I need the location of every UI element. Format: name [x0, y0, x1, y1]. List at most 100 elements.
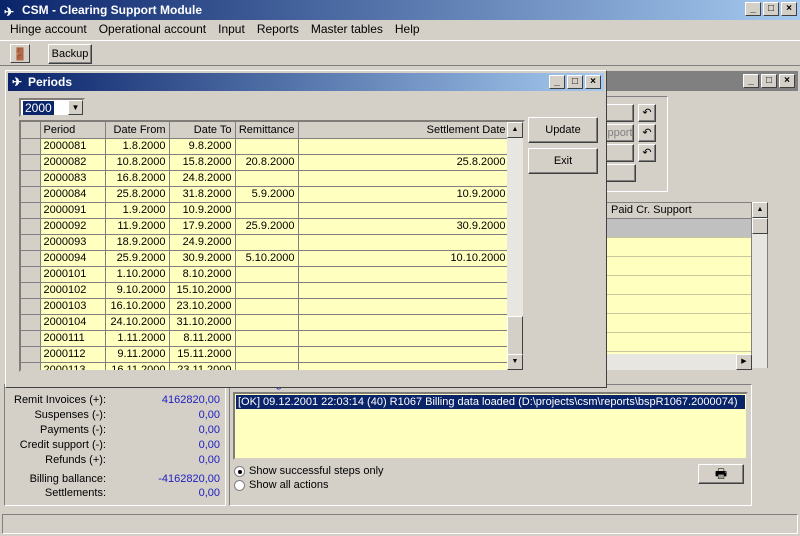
cell-date-from[interactable]: 1.10.2000: [105, 266, 170, 283]
scroll-thumb[interactable]: [752, 218, 768, 234]
scroll-up-icon[interactable]: ▲: [752, 202, 768, 218]
cell-date-to[interactable]: 24.9.2000: [169, 234, 236, 251]
scroll-up-icon[interactable]: ▲: [507, 122, 523, 138]
col-period[interactable]: Period: [40, 122, 106, 139]
cell-date-to[interactable]: 23.11.2000: [169, 362, 236, 370]
cell-period[interactable]: 2000111: [40, 330, 106, 347]
row-indicator[interactable]: [21, 186, 41, 203]
cell-period[interactable]: 2000102: [40, 282, 106, 299]
col-date-from[interactable]: Date From: [105, 122, 170, 139]
col-date-to[interactable]: Date To: [169, 122, 236, 139]
cell-remittance[interactable]: [235, 298, 299, 315]
cell-date-to[interactable]: 31.8.2000: [169, 186, 236, 203]
table-row[interactable]: 2000091 1.9.2000 10.9.2000: [21, 202, 510, 219]
table-row[interactable]: [607, 257, 751, 276]
periods-maximize-button[interactable]: □: [567, 75, 583, 89]
table-row[interactable]: 2000102 9.10.2000 15.10.2000: [21, 282, 510, 299]
cell-settlement-date[interactable]: [298, 266, 510, 283]
cell-settlement-date[interactable]: [298, 298, 510, 315]
cell-period[interactable]: 2000113: [40, 362, 106, 370]
cell-date-from[interactable]: 1.8.2000: [105, 138, 170, 155]
cell-date-to[interactable]: 8.11.2000: [169, 330, 236, 347]
bg-button-3[interactable]: [606, 144, 634, 162]
cell-period[interactable]: 2000101: [40, 266, 106, 283]
cell-date-to[interactable]: 30.9.2000: [169, 250, 236, 267]
periods-vertical-scrollbar[interactable]: ▲ ▼: [507, 122, 523, 370]
update-button[interactable]: Update: [528, 117, 598, 143]
table-row[interactable]: [607, 333, 751, 352]
bg-button-1[interactable]: [606, 104, 634, 122]
table-row[interactable]: [607, 219, 751, 238]
bg-vertical-scrollbar[interactable]: ▲: [752, 202, 768, 368]
menu-input[interactable]: Input: [212, 20, 251, 39]
table-row[interactable]: 2000084 25.8.2000 31.8.2000 5.9.2000 10.9.20…: [21, 186, 510, 203]
cell-date-to[interactable]: 8.10.2000: [169, 266, 236, 283]
event-log-entry[interactable]: [OK] 09.12.2001 22:03:14 (40) R1067 Bill…: [236, 395, 745, 409]
exit-button[interactable]: Exit: [528, 148, 598, 174]
table-row[interactable]: 2000083 16.8.2000 24.8.2000: [21, 170, 510, 187]
periods-minimize-button[interactable]: _: [549, 75, 565, 89]
row-indicator[interactable]: [21, 330, 41, 347]
periods-close-button[interactable]: ×: [585, 75, 601, 89]
cell-period[interactable]: 2000084: [40, 186, 106, 203]
printer-icon[interactable]: 🖶: [698, 464, 744, 484]
cell-date-from[interactable]: 10.8.2000: [105, 154, 170, 171]
bg-maximize-button[interactable]: □: [761, 74, 777, 88]
cell-remittance[interactable]: 5.10.2000: [235, 250, 299, 267]
radio-dot[interactable]: [234, 479, 245, 491]
table-row[interactable]: 2000081 1.8.2000 9.8.2000: [21, 138, 510, 155]
cell-remittance[interactable]: [235, 234, 299, 251]
undo-icon[interactable]: ↶: [638, 104, 656, 122]
cell-settlement-date[interactable]: 10.10.2000: [298, 250, 510, 267]
row-indicator[interactable]: [21, 314, 41, 331]
table-row[interactable]: 2000093 18.9.2000 24.9.2000: [21, 234, 510, 251]
cell-date-to[interactable]: 10.9.2000: [169, 202, 236, 219]
table-row[interactable]: 2000113 16.11.2000 23.11.2000: [21, 362, 510, 370]
cell-period[interactable]: 2000092: [40, 218, 106, 235]
undo-icon[interactable]: ↶: [638, 124, 656, 142]
cell-date-from[interactable]: 9.10.2000: [105, 282, 170, 299]
table-row[interactable]: [607, 276, 751, 295]
radio-dot[interactable]: [234, 465, 245, 477]
bg-close-button[interactable]: ×: [779, 74, 795, 88]
cell-remittance[interactable]: [235, 202, 299, 219]
support-button[interactable]: pport: [606, 124, 634, 142]
table-row[interactable]: 2000111 1.11.2000 8.11.2000: [21, 330, 510, 347]
col-remittance[interactable]: Remittance: [235, 122, 299, 139]
cell-date-to[interactable]: 31.10.2000: [169, 314, 236, 331]
cell-settlement-date[interactable]: [298, 330, 510, 347]
cell-date-to[interactable]: 23.10.2000: [169, 298, 236, 315]
bg-minimize-button[interactable]: _: [743, 74, 759, 88]
cell-remittance[interactable]: [235, 170, 299, 187]
cell-remittance[interactable]: [235, 346, 299, 363]
menu-master-tables[interactable]: Master tables: [305, 20, 389, 39]
cell-settlement-date[interactable]: 10.9.2000: [298, 186, 510, 203]
row-indicator[interactable]: [21, 346, 41, 363]
table-row[interactable]: 2000082 10.8.2000 15.8.2000 20.8.2000 25.8.2…: [21, 154, 510, 171]
row-indicator[interactable]: [21, 234, 41, 251]
cell-remittance[interactable]: [235, 282, 299, 299]
row-indicator[interactable]: [21, 202, 41, 219]
cell-date-from[interactable]: 16.8.2000: [105, 170, 170, 187]
cell-date-from[interactable]: 1.9.2000: [105, 202, 170, 219]
minimize-button[interactable]: _: [745, 2, 761, 16]
scroll-right-icon[interactable]: ▶: [736, 354, 752, 370]
table-row[interactable]: [607, 238, 751, 257]
cell-settlement-date[interactable]: [298, 202, 510, 219]
cell-settlement-date[interactable]: [298, 282, 510, 299]
row-indicator[interactable]: [21, 362, 41, 370]
cell-date-to[interactable]: 24.8.2000: [169, 170, 236, 187]
close-button[interactable]: ×: [781, 2, 797, 16]
cell-date-from[interactable]: 1.11.2000: [105, 330, 170, 347]
backup-button[interactable]: Backup: [48, 44, 92, 64]
cell-date-to[interactable]: 15.11.2000: [169, 346, 236, 363]
cell-settlement-date[interactable]: [298, 170, 510, 187]
row-indicator[interactable]: [21, 266, 41, 283]
undo-icon[interactable]: ↶: [638, 144, 656, 162]
radio-show-successful[interactable]: Show successful steps only: [234, 465, 384, 477]
menu-help[interactable]: Help: [389, 20, 426, 39]
cell-date-from[interactable]: 11.9.2000: [105, 218, 170, 235]
row-indicator[interactable]: [21, 218, 41, 235]
cell-date-from[interactable]: 16.10.2000: [105, 298, 170, 315]
cell-date-from[interactable]: 25.8.2000: [105, 186, 170, 203]
